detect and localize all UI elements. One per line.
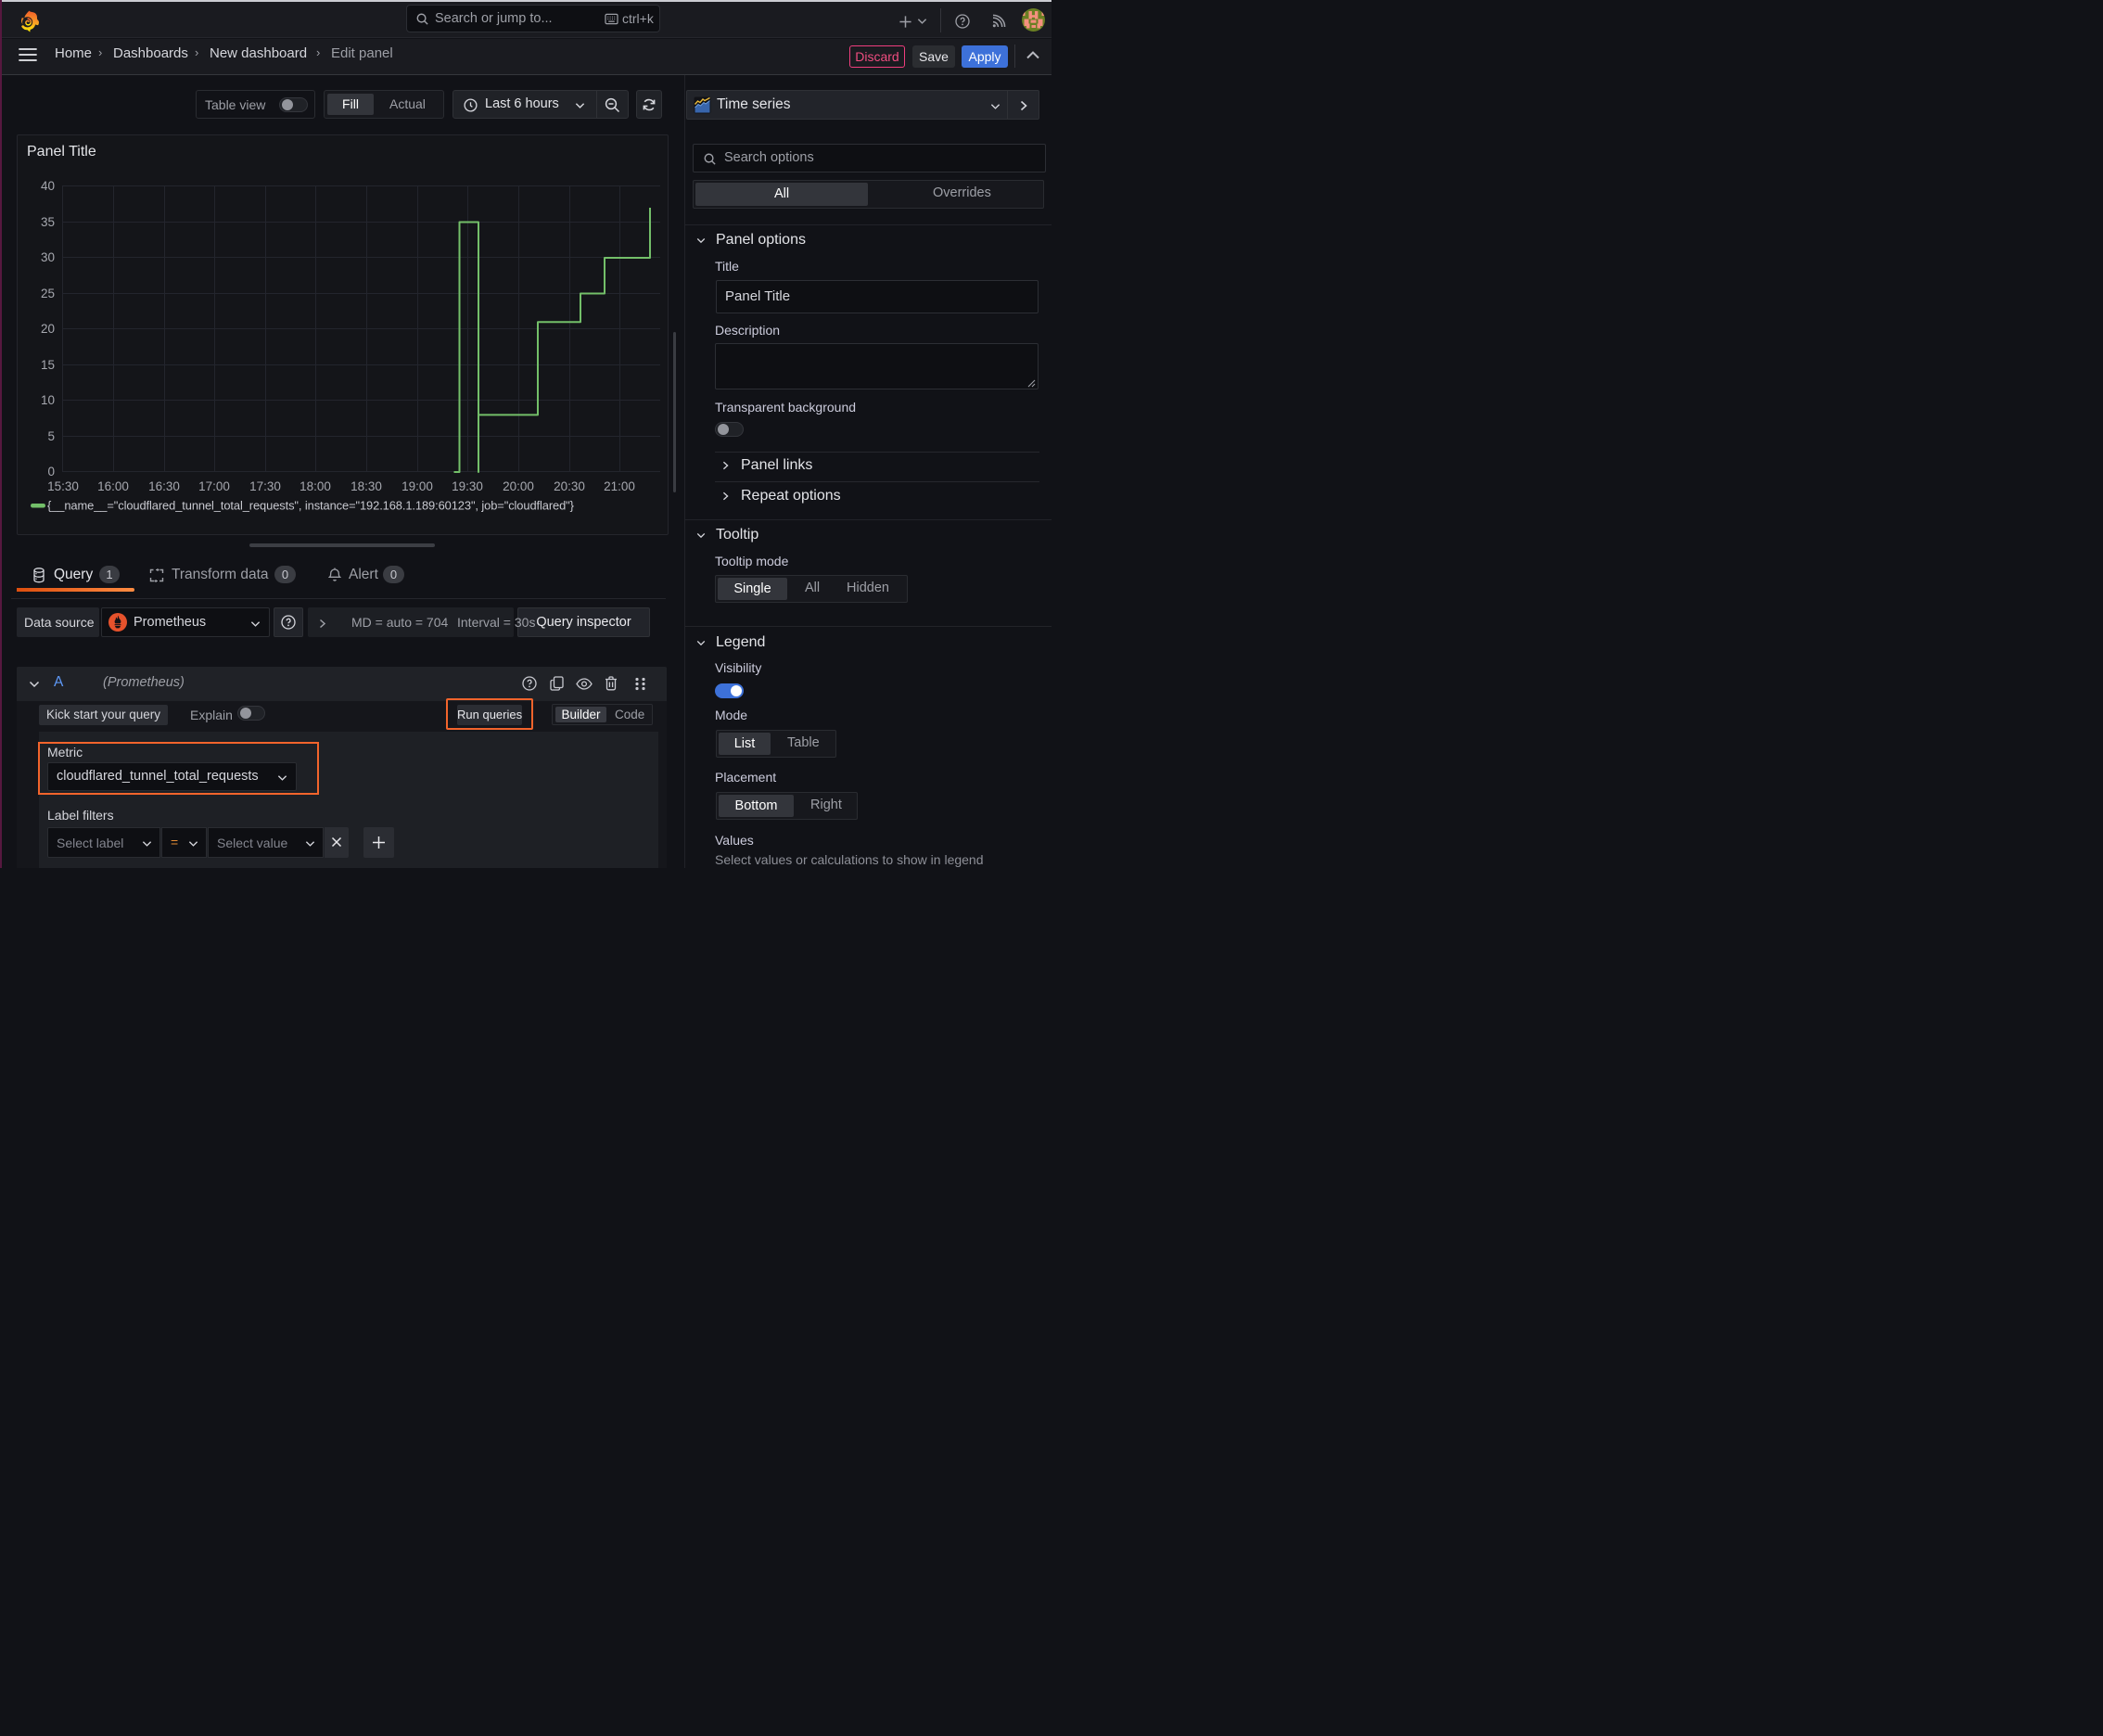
svg-text:40: 40 <box>41 179 55 193</box>
svg-text:25: 25 <box>41 287 55 300</box>
svg-text:16:00: 16:00 <box>97 479 129 493</box>
svg-text:15: 15 <box>41 358 55 372</box>
svg-text:20:00: 20:00 <box>503 479 534 493</box>
svg-text:30: 30 <box>41 250 55 264</box>
svg-text:20:30: 20:30 <box>554 479 585 493</box>
svg-text:18:30: 18:30 <box>350 479 382 493</box>
svg-text:19:30: 19:30 <box>452 479 483 493</box>
svg-text:35: 35 <box>41 215 55 229</box>
svg-text:5: 5 <box>47 429 55 443</box>
svg-text:18:00: 18:00 <box>300 479 331 493</box>
svg-text:16:30: 16:30 <box>148 479 180 493</box>
svg-text:15:30: 15:30 <box>47 479 79 493</box>
svg-text:10: 10 <box>41 393 55 407</box>
svg-text:19:00: 19:00 <box>401 479 433 493</box>
svg-text:{__name__="cloudflared_tunnel_: {__name__="cloudflared_tunnel_total_requ… <box>47 499 575 513</box>
svg-text:21:00: 21:00 <box>604 479 635 493</box>
svg-text:20: 20 <box>41 322 55 336</box>
svg-text:17:30: 17:30 <box>249 479 281 493</box>
svg-text:17:00: 17:00 <box>198 479 230 493</box>
svg-text:0: 0 <box>47 465 55 479</box>
